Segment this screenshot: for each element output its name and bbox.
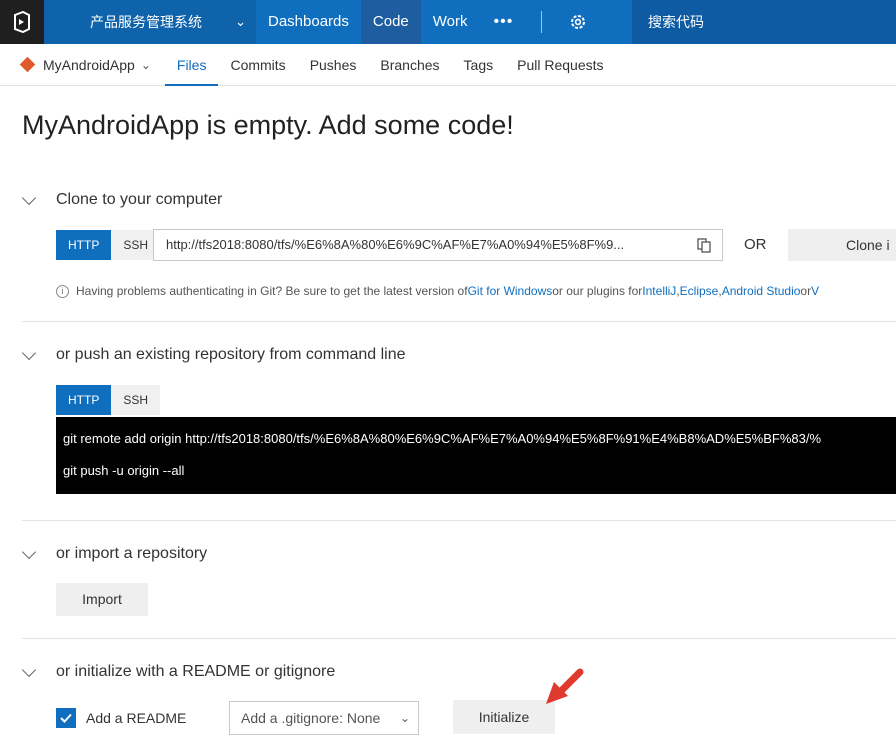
info-icon: i [56, 284, 69, 298]
chevron-down-icon: ⌄ [140, 57, 151, 72]
copy-url-button[interactable] [690, 233, 718, 257]
code-subnav: MyAndroidApp ⌄ Files Commits Pushes Bran… [0, 44, 896, 86]
push-protocol-toggle: HTTP SSH [56, 385, 161, 415]
vsts-logo[interactable] [0, 0, 44, 44]
tab-pull-requests[interactable]: Pull Requests [505, 44, 615, 86]
intellij-link[interactable]: IntelliJ [642, 284, 676, 298]
push-ssh-button[interactable]: SSH [111, 385, 161, 415]
gitignore-value: Add a .gitignore: None [241, 710, 381, 726]
clone-http-button[interactable]: HTTP [56, 230, 112, 260]
git-repo-icon [19, 56, 36, 73]
initialize-section-toggle[interactable]: or initialize with a README or gitignore [21, 662, 336, 681]
import-button[interactable]: Import [56, 583, 148, 616]
chevron-down-icon: ⌄ [235, 14, 246, 29]
repo-name: MyAndroidApp [43, 56, 135, 73]
clone-in-ide-button[interactable]: Clone i [788, 229, 896, 261]
tab-commits[interactable]: Commits [218, 44, 297, 86]
command-line-push: git push -u origin --all [63, 463, 185, 478]
hint-text: or [800, 284, 812, 298]
chevron-down-icon: ⌄ [399, 711, 410, 725]
more-icon[interactable]: ••• [479, 13, 527, 31]
tab-pushes[interactable]: Pushes [298, 44, 369, 86]
initialize-heading: or initialize with a README or gitignore [56, 663, 336, 680]
visual-studio-link[interactable]: V [811, 284, 819, 298]
nav-dashboards[interactable]: Dashboards [256, 0, 361, 44]
gear-icon [571, 15, 586, 29]
git-for-windows-link[interactable]: Git for Windows [468, 284, 553, 298]
project-selector[interactable]: 产品服务管理系统 ⌄ [44, 0, 256, 44]
clone-heading: Clone to your computer [56, 191, 223, 208]
nav-separator [541, 11, 543, 33]
import-heading: or import a repository [56, 545, 208, 562]
vsts-logo-icon [14, 11, 30, 33]
chevron-down-icon [21, 544, 37, 559]
hint-text: Having problems authenticating in Git? B… [76, 284, 468, 298]
chevron-down-icon [21, 190, 37, 205]
auth-hint: i Having problems authenticating in Git?… [56, 284, 819, 298]
tab-branches[interactable]: Branches [368, 44, 451, 86]
clone-protocol-toggle: HTTP SSH [56, 230, 161, 260]
section-divider [22, 520, 896, 521]
push-http-button[interactable]: HTTP [56, 385, 112, 415]
top-bar: 产品服务管理系统 ⌄ Dashboards Code Work ••• 搜索代码 [0, 0, 896, 44]
settings-gear[interactable] [556, 0, 600, 44]
tab-files[interactable]: Files [164, 44, 219, 86]
clone-url-field[interactable]: http://tfs2018:8080/tfs/%E6%8A%80%E6%9C%… [153, 229, 723, 261]
checkmark-icon [60, 713, 72, 723]
project-name: 产品服务管理系统 [90, 14, 202, 30]
tab-tags[interactable]: Tags [452, 44, 506, 86]
hint-text: or our plugins for [552, 284, 643, 298]
repo-selector[interactable]: MyAndroidApp ⌄ [19, 56, 151, 73]
push-section-toggle[interactable]: or push an existing repository from comm… [21, 345, 406, 364]
push-heading: or push an existing repository from comm… [56, 346, 406, 363]
command-block[interactable]: git remote add origin http://tfs2018:808… [56, 417, 896, 494]
gitignore-select[interactable]: Add a .gitignore: None ⌄ [229, 701, 419, 735]
add-readme-checkbox[interactable] [56, 708, 76, 728]
android-studio-link[interactable]: Android Studio [722, 284, 801, 298]
copy-icon [697, 238, 711, 253]
nav-code[interactable]: Code [360, 0, 421, 44]
chevron-down-icon [21, 345, 37, 360]
eclipse-link[interactable]: Eclipse [680, 284, 719, 298]
add-readme-label: Add a README [86, 710, 187, 726]
page-title: MyAndroidApp is empty. Add some code! [22, 110, 514, 140]
section-divider [22, 321, 896, 322]
top-nav: Dashboards Code Work ••• [256, 0, 600, 44]
annotation-arrow-icon [546, 668, 584, 704]
chevron-down-icon [21, 662, 37, 677]
import-section-toggle[interactable]: or import a repository [21, 544, 208, 563]
clone-section-toggle[interactable]: Clone to your computer [21, 190, 223, 209]
section-divider [22, 638, 896, 639]
command-line-remote: git remote add origin http://tfs2018:808… [63, 431, 822, 446]
nav-work[interactable]: Work [421, 0, 480, 44]
search-box[interactable]: 搜索代码 [632, 0, 896, 44]
or-label: OR [744, 236, 767, 253]
